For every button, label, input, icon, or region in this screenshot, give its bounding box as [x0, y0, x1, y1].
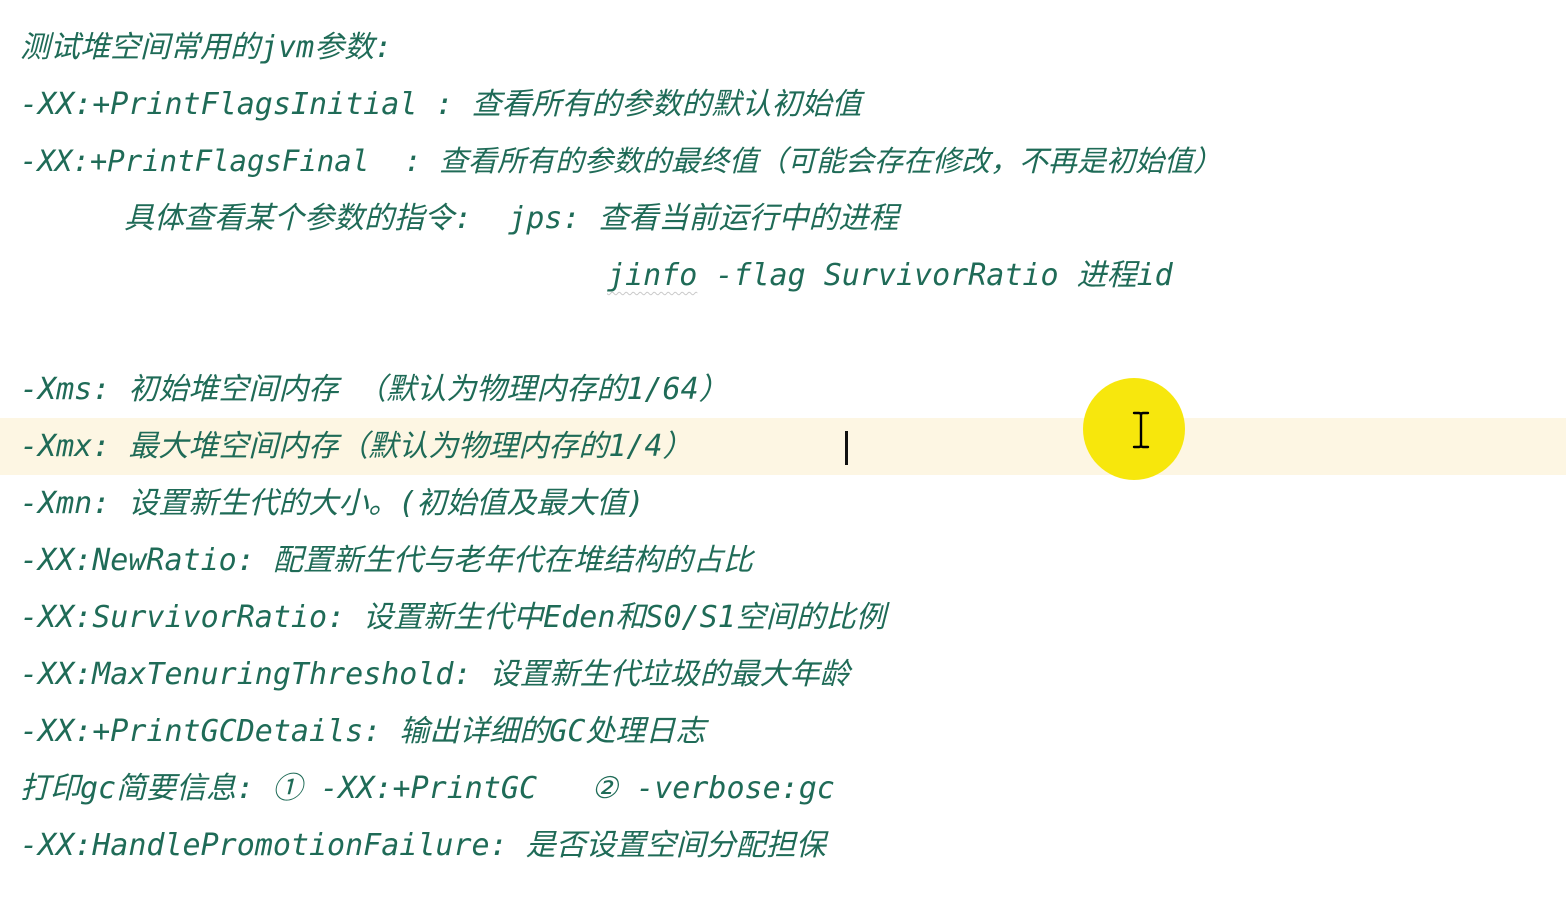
current-line: -Xmx: 最大堆空间内存（默认为物理内存的1/4）: [0, 418, 1566, 475]
line-text: -XX:SurvivorRatio: 设置新生代中Eden和S0/S1空间的比例: [20, 600, 886, 635]
editor-line: -XX:NewRatio: 配置新生代与老年代在堆结构的占比: [0, 532, 1566, 589]
editor-line: 打印gc简要信息: ① -XX:+PrintGC ② -verbose:gc: [0, 760, 1566, 817]
line-text-rest: -flag SurvivorRatio 进程id: [697, 258, 1173, 293]
spellcheck-word: jinfo: [607, 258, 698, 293]
line-text: -Xms: 初始堆空间内存 （默认为物理内存的1/64）: [20, 372, 729, 407]
editor-line: -XX:MaxTenuringThreshold: 设置新生代垃圾的最大年龄: [0, 646, 1566, 703]
line-text: 具体查看某个参数的指令: jps: 查看当前运行中的进程: [124, 201, 899, 236]
ibeam-cursor-icon: [1132, 411, 1150, 449]
line-text: -Xmx: 最大堆空间内存（默认为物理内存的1/4）: [20, 429, 693, 464]
line-text: 打印gc简要信息: ① -XX:+PrintGC ② -verbose:gc: [20, 771, 835, 806]
editor-line: 具体查看某个参数的指令: jps: 查看当前运行中的进程: [0, 190, 1566, 247]
editor-line: -Xmn: 设置新生代的大小。(初始值及最大值): [0, 475, 1566, 532]
editor-line: -XX:SurvivorRatio: 设置新生代中Eden和S0/S1空间的比例: [0, 589, 1566, 646]
line-text: -XX:+PrintFlagsFinal : 查看所有的参数的最终值（可能会存在…: [20, 144, 1223, 178]
editor-line: -XX:+PrintFlagsInitial : 查看所有的参数的默认初始值: [0, 76, 1566, 133]
editor-line: 测试堆空间常用的jvm参数:: [0, 19, 1566, 76]
line-text: -XX:NewRatio: 配置新生代与老年代在堆结构的占比: [20, 543, 753, 578]
text-editor[interactable]: 测试堆空间常用的jvm参数: -XX:+PrintFlagsInitial : …: [0, 0, 1566, 898]
line-text: -XX:+PrintFlagsInitial : 查看所有的参数的默认初始值: [20, 87, 862, 122]
line-text: -XX:+PrintGCDetails: 输出详细的GC处理日志: [20, 714, 706, 749]
line-text: jinfo -flag SurvivorRatio 进程id: [607, 247, 1173, 304]
editor-line: -XX:+PrintFlagsFinal : 查看所有的参数的最终值（可能会存在…: [0, 133, 1566, 190]
text-caret: [845, 431, 848, 465]
editor-line-empty: [0, 304, 1566, 361]
editor-line: -Xms: 初始堆空间内存 （默认为物理内存的1/64）: [0, 361, 1566, 418]
line-text: -XX:MaxTenuringThreshold: 设置新生代垃圾的最大年龄: [20, 657, 850, 692]
editor-line: jinfo -flag SurvivorRatio 进程id: [0, 247, 1566, 304]
line-text: 测试堆空间常用的jvm参数:: [20, 30, 393, 65]
editor-line: -XX:+PrintGCDetails: 输出详细的GC处理日志: [0, 703, 1566, 760]
line-text: -Xmn: 设置新生代的大小。(初始值及最大值): [20, 486, 645, 521]
line-text: -XX:HandlePromotionFailure: 是否设置空间分配担保: [20, 828, 826, 863]
editor-line: -XX:HandlePromotionFailure: 是否设置空间分配担保: [0, 817, 1566, 874]
